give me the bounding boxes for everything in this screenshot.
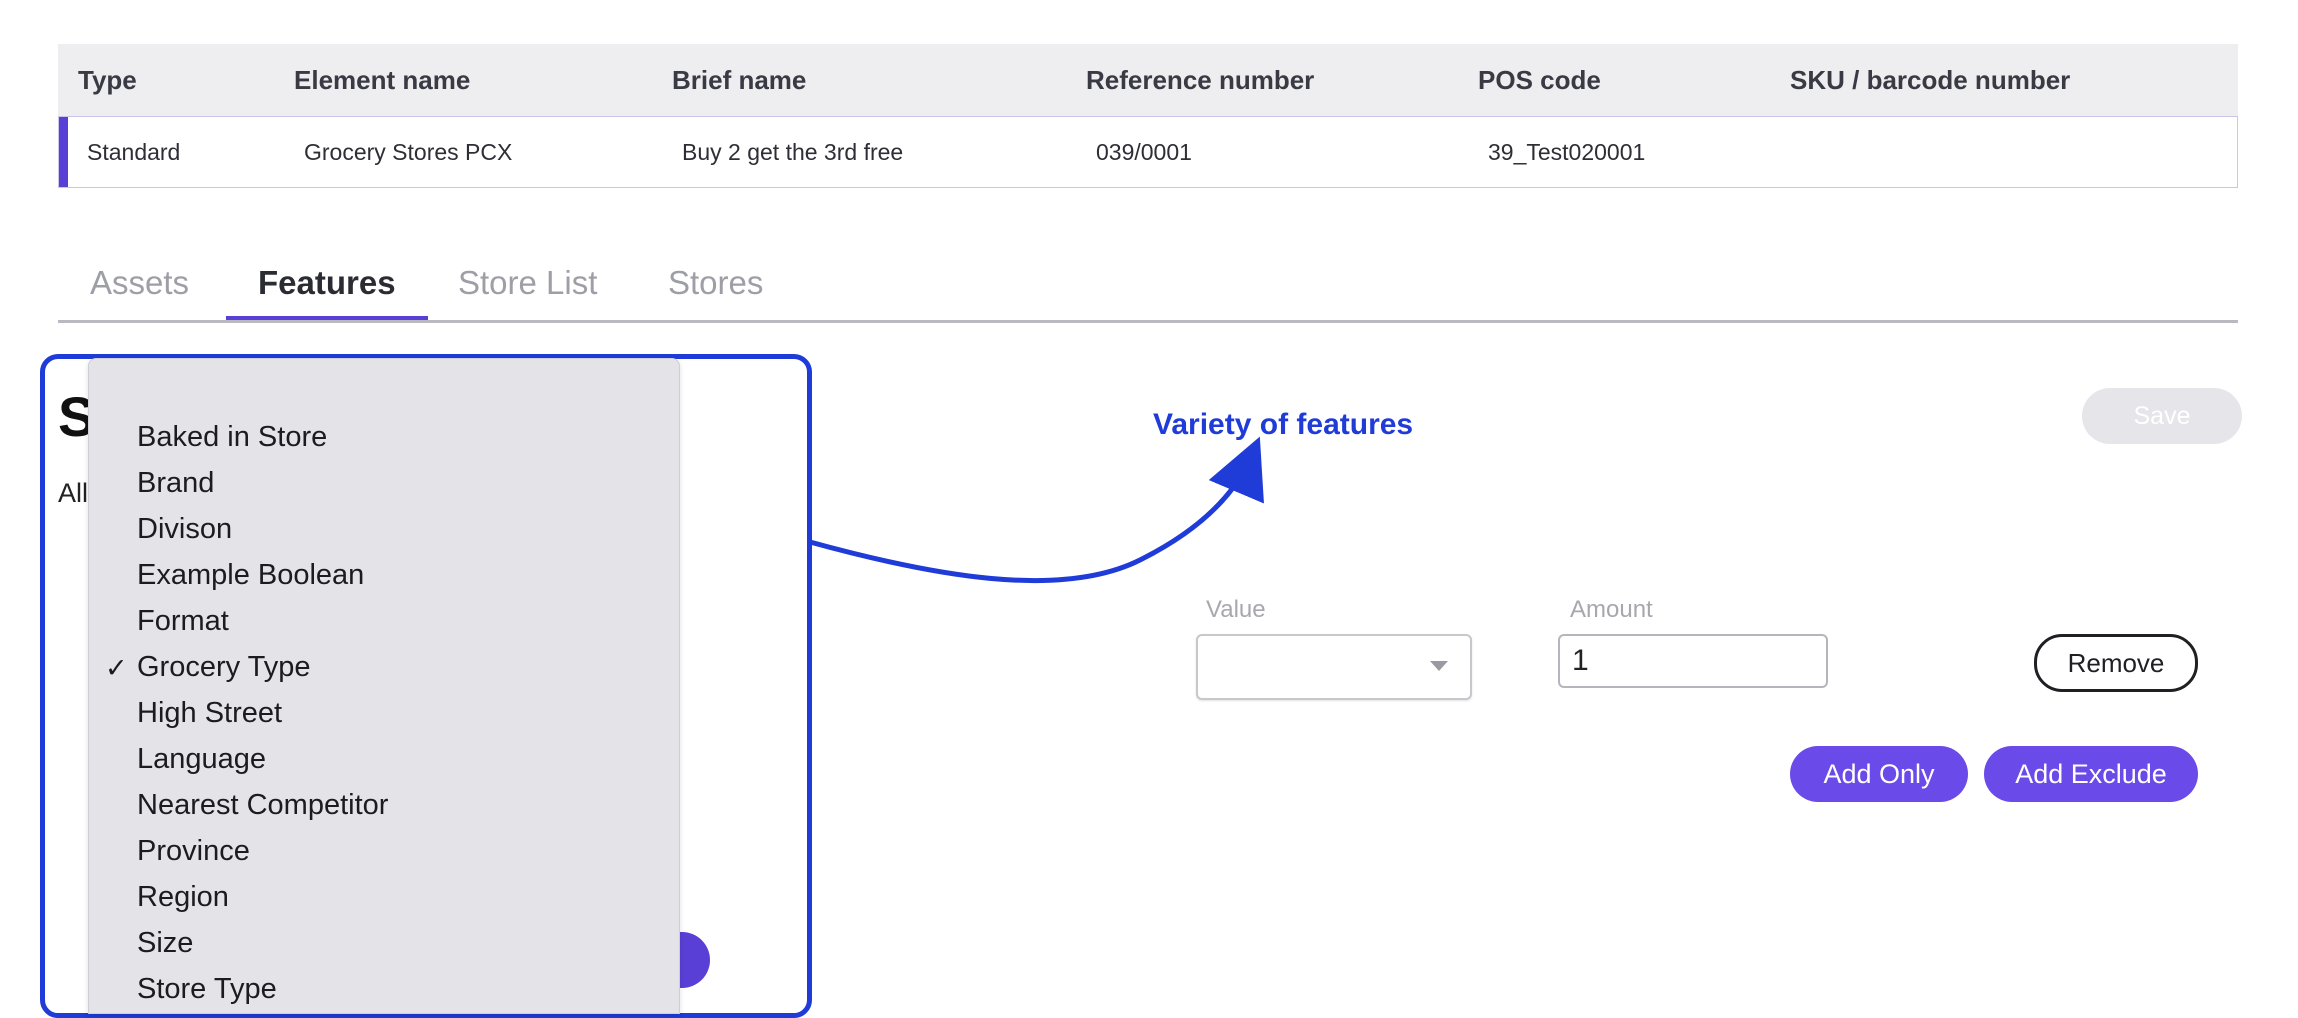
dropdown-option-selected[interactable]: Grocery Type [137, 651, 311, 684]
dropdown-option[interactable]: Baked in Store [137, 421, 327, 454]
dropdown-option[interactable]: Nearest Competitor [137, 789, 388, 822]
dropdown-option[interactable]: Format [137, 605, 229, 638]
dropdown-option[interactable]: Divison [137, 513, 232, 546]
dropdown-option[interactable]: Example Boolean [137, 559, 364, 592]
feature-dropdown-menu[interactable]: Baked in Store Brand Divison Example Boo… [88, 358, 680, 1014]
checkmark-icon: ✓ [105, 653, 128, 683]
dropdown-option[interactable]: Brand [137, 467, 214, 500]
dropdown-option[interactable]: Region [137, 881, 229, 914]
dropdown-option[interactable]: Size [137, 927, 193, 960]
dropdown-option[interactable]: High Street [137, 697, 282, 730]
dropdown-option[interactable]: Language [137, 743, 266, 776]
dropdown-option[interactable]: Province [137, 835, 250, 868]
dropdown-option[interactable]: Store Type [137, 973, 277, 1006]
